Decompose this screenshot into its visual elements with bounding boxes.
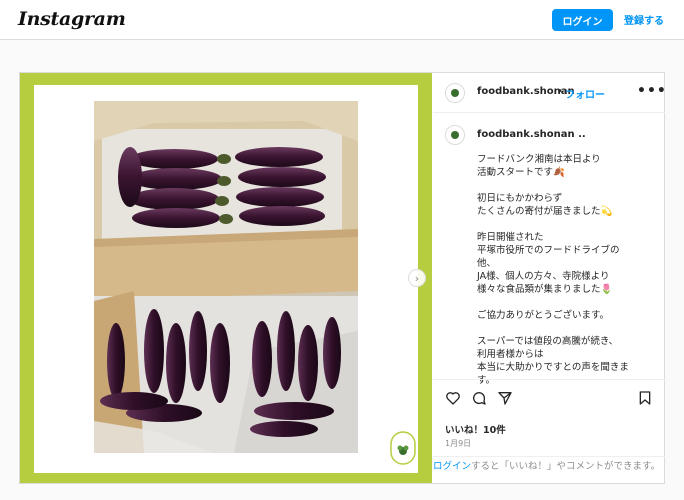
top-navigation-bar: Instagram ログイン 登録する xyxy=(0,0,684,40)
avatar-logo-icon xyxy=(451,89,459,97)
follow-button[interactable]: フォロー xyxy=(565,86,605,101)
caption-line: 昨日開催された xyxy=(477,232,544,243)
likes-count[interactable]: いいね！10件 xyxy=(445,422,506,436)
foodbank-badge-logo xyxy=(390,431,416,465)
media-inner-frame xyxy=(34,85,418,473)
more-options-icon[interactable]: ••• xyxy=(637,83,667,99)
post-date[interactable]: 1月9日 xyxy=(445,438,471,449)
caption-line: 平塚市役所でのフードドライブの xyxy=(477,245,620,256)
instagram-logo[interactable]: Instagram xyxy=(18,8,126,30)
divider xyxy=(433,456,665,457)
post-caption: フードバンク湘南は本日より 活動スタートです🍂 初日にもかかわらずたくさんの寄付が届… xyxy=(477,153,663,400)
comment-icon[interactable] xyxy=(471,390,487,406)
profile-avatar[interactable] xyxy=(445,83,465,103)
caption-line: ご協力ありがとうございます。 xyxy=(477,310,610,321)
caption-avatar[interactable] xyxy=(445,125,465,145)
signup-link[interactable]: 登録する xyxy=(624,12,664,27)
caption-line: スーパーでは値段の高騰が続き、 xyxy=(477,336,619,347)
caption-line: 初日にもかかわらず xyxy=(477,193,563,204)
bookmark-icon[interactable] xyxy=(637,390,653,406)
share-icon[interactable] xyxy=(497,390,513,406)
caption-paragraph: ご協力ありがとうございます。 xyxy=(477,309,663,322)
caption-username[interactable]: foodbank.shonan .. xyxy=(477,129,586,140)
avatar-logo-icon xyxy=(451,131,459,139)
caption-line: フードバンク湘南は本日より xyxy=(477,154,601,165)
separator-dot: • xyxy=(557,86,563,97)
caption-line: 他、 xyxy=(477,258,497,269)
caption-line: 活動スタートです🍂 xyxy=(477,167,565,178)
next-image-button[interactable]: › xyxy=(408,269,426,287)
post-card: › foodbank.shonan • フォロー ••• foodbank.sh… xyxy=(19,72,667,484)
post-actions: いいね！10件 1月9日 ログインすると「いいね！」やコメントができます。 xyxy=(433,379,665,483)
caption-paragraph: 昨日開催された平塚市役所でのフードドライブの 他、 JA様、個人の方々、寺院様より様… xyxy=(477,231,663,296)
caption-paragraph: 初日にもかかわらずたくさんの寄付が届きました💫 xyxy=(477,192,663,218)
post-sidebar: foodbank.shonan • フォロー ••• foodbank.shon… xyxy=(433,73,667,483)
post-header: foodbank.shonan • フォロー ••• xyxy=(433,73,667,113)
caption-paragraph: フードバンク湘南は本日より 活動スタートです🍂 xyxy=(477,153,663,179)
heart-icon[interactable] xyxy=(445,390,461,406)
caption-line: 様々な食品類が集まりました🌷 xyxy=(477,284,613,295)
caption-line: 利用者様からは xyxy=(477,349,544,360)
caption-line: JA様、個人の方々、寺院様より xyxy=(477,271,610,282)
post-media: › xyxy=(20,73,432,483)
login-prompt: ログインすると「いいね！」やコメントができます。 xyxy=(433,460,665,473)
login-button[interactable]: ログイン xyxy=(552,9,613,31)
caption-line: たくさんの寄付が届きました💫 xyxy=(477,206,613,217)
caption-line: 本当に大助かりですとの声を聞きま xyxy=(477,362,629,373)
login-prompt-link[interactable]: ログイン xyxy=(433,461,471,472)
eggplant-box-photo xyxy=(94,101,358,453)
login-prompt-text: すると「いいね！」やコメントができます。 xyxy=(471,461,661,472)
